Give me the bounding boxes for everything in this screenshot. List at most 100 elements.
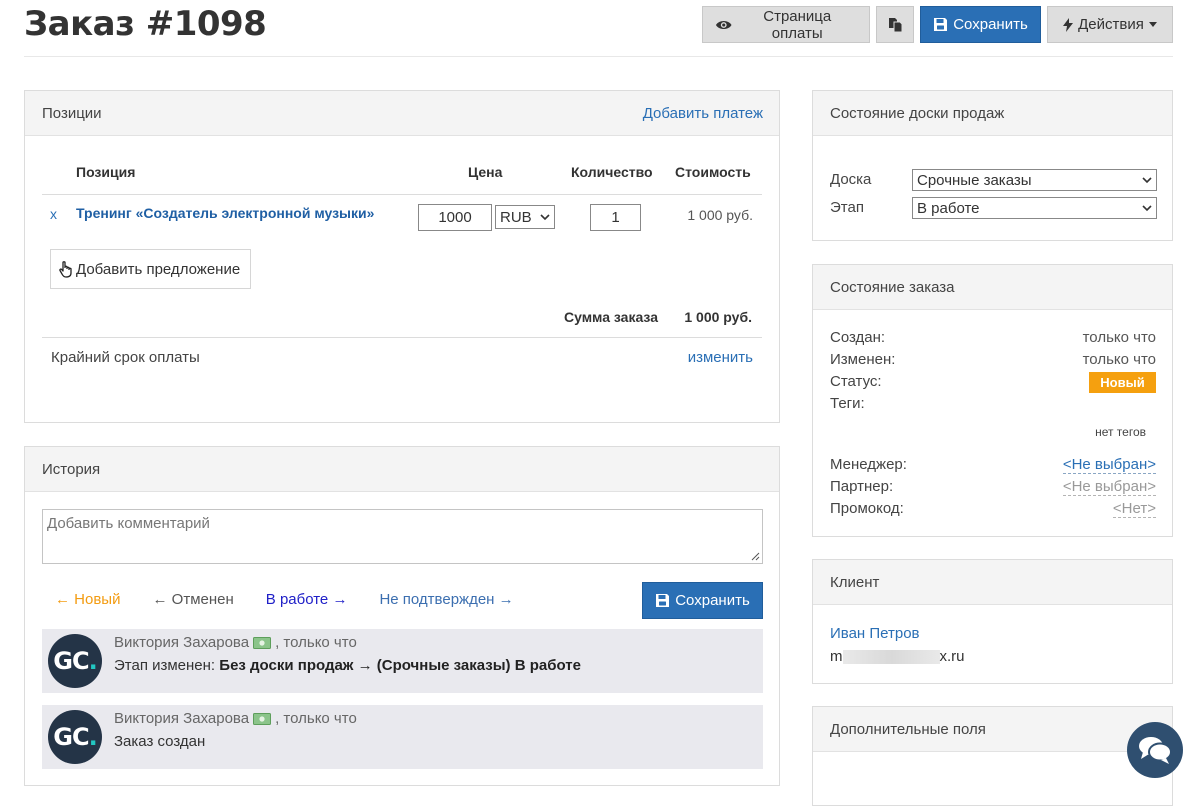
deadline-label: Крайний срок оплаты bbox=[51, 349, 200, 366]
manager-label: Менеджер: bbox=[830, 456, 907, 473]
client-panel: Клиент Иван Петров m x.ru bbox=[812, 559, 1173, 684]
floppy-icon bbox=[934, 18, 948, 31]
avatar-letters: GC bbox=[53, 647, 89, 675]
status-link-unconfirmed[interactable]: Не подтвержден → bbox=[379, 591, 513, 608]
caret-down-icon bbox=[1148, 22, 1157, 27]
changed-value: только что bbox=[1082, 351, 1156, 368]
add-offer-button[interactable]: Добавить предложение bbox=[50, 249, 251, 289]
stage-label: Этап bbox=[830, 199, 864, 216]
entry-text: Этап изменен: Без доски продаж → (Срочны… bbox=[114, 657, 581, 674]
avatar-dot: . bbox=[88, 723, 98, 751]
sum-label: Сумма заказа bbox=[563, 309, 658, 325]
status-badge: Новый bbox=[1089, 372, 1156, 393]
manager-select-link[interactable]: <Не выбран> bbox=[1062, 456, 1156, 474]
copy-icon bbox=[888, 17, 902, 32]
payment-page-button[interactable]: Страница оплаты bbox=[702, 6, 870, 43]
save-button[interactable]: Сохранить bbox=[920, 6, 1041, 43]
lightning-icon bbox=[1063, 17, 1074, 32]
stage-select[interactable]: В работе bbox=[912, 197, 1157, 219]
extra-fields-panel: Дополнительные поля bbox=[812, 706, 1173, 806]
copy-button[interactable] bbox=[876, 6, 914, 43]
price-input[interactable] bbox=[418, 204, 492, 231]
remove-item-button[interactable]: x bbox=[50, 206, 57, 222]
sum-value: 1 000 руб. bbox=[684, 309, 752, 325]
created-label: Создан: bbox=[830, 329, 886, 346]
positions-header: Позиции Добавить платеж bbox=[25, 91, 779, 136]
client-header: Клиент bbox=[813, 560, 1172, 605]
board-state-panel: Состояние доски продаж Доска Срочные зак… bbox=[812, 90, 1173, 241]
status-link-new[interactable]: ← Новый bbox=[55, 591, 120, 608]
client-email-start: m bbox=[830, 648, 843, 665]
status-link-cancelled[interactable]: ← Отменен bbox=[152, 591, 233, 608]
history-entry: GC. Виктория Захарова , только что Заказ… bbox=[42, 705, 763, 769]
deadline-edit-link[interactable]: изменить bbox=[688, 349, 753, 366]
created-value: только что bbox=[1082, 329, 1156, 346]
quantity-input[interactable] bbox=[590, 204, 641, 231]
entry-author-link[interactable]: Виктория Захарова bbox=[114, 634, 249, 651]
email-redaction bbox=[842, 650, 940, 665]
board-label: Доска bbox=[830, 171, 872, 188]
client-name-link[interactable]: Иван Петров bbox=[830, 625, 920, 642]
avatar-dot: . bbox=[88, 647, 98, 675]
hand-pointer-icon bbox=[59, 260, 72, 278]
status-label: Статус: bbox=[830, 373, 882, 390]
actions-label: Действия bbox=[1078, 16, 1144, 33]
chat-button[interactable] bbox=[1127, 722, 1183, 778]
history-title: История bbox=[42, 460, 101, 478]
entry-time: , только что bbox=[275, 634, 357, 651]
order-state-title: Состояние заказа bbox=[830, 278, 955, 296]
avatar: GC. bbox=[48, 634, 102, 688]
avatar-letters: GC bbox=[53, 723, 89, 751]
chevron-down-icon bbox=[540, 214, 550, 221]
item-cost: 1 000 руб. bbox=[687, 207, 753, 223]
stage-value: В работе bbox=[917, 199, 980, 217]
entry-time: , только что bbox=[275, 710, 357, 727]
payment-page-label: Страница оплаты bbox=[763, 7, 832, 42]
add-offer-label: Добавить предложение bbox=[76, 260, 241, 278]
positions-panel: Позиции Добавить платеж Позиция Цена Кол… bbox=[24, 90, 780, 423]
changed-label: Изменен: bbox=[830, 351, 896, 368]
status-link-in-progress[interactable]: В работе → bbox=[266, 591, 348, 608]
tags-value: нет тегов bbox=[1095, 425, 1146, 439]
entry-meta: Виктория Захарова , только что bbox=[114, 710, 357, 727]
history-entry: GC. Виктория Захарова , только что Этап … bbox=[42, 629, 763, 693]
actions-button[interactable]: Действия bbox=[1047, 6, 1173, 43]
resize-grip-icon[interactable] bbox=[751, 552, 760, 561]
partner-select-link[interactable]: <Не выбран> bbox=[1062, 478, 1156, 496]
avatar: GC. bbox=[48, 710, 102, 764]
currency-select[interactable]: RUB bbox=[495, 205, 555, 229]
page-title: Заказ #1098 bbox=[24, 4, 267, 44]
sum-divider bbox=[42, 337, 762, 338]
comment-input[interactable]: Добавить комментарий bbox=[42, 509, 763, 564]
item-name-link[interactable]: Тренинг «Создатель электронной музыки» bbox=[76, 205, 374, 221]
history-header: История bbox=[25, 447, 779, 492]
entry-text: Заказ создан bbox=[114, 733, 205, 750]
promo-select-link[interactable]: <Нет> bbox=[1112, 500, 1156, 518]
chevron-down-icon bbox=[1142, 177, 1152, 184]
board-value: Срочные заказы bbox=[917, 171, 1032, 189]
eye-icon bbox=[715, 20, 732, 29]
order-state-header: Состояние заказа bbox=[813, 265, 1172, 310]
board-state-title: Состояние доски продаж bbox=[830, 104, 1005, 122]
floppy-icon bbox=[656, 594, 670, 607]
chat-bubbles-icon bbox=[1139, 737, 1172, 764]
board-select[interactable]: Срочные заказы bbox=[912, 169, 1157, 191]
order-state-panel: Состояние заказа Создан: только что Изме… bbox=[812, 264, 1173, 537]
entry-text-content: Заказ создан bbox=[114, 733, 206, 750]
entry-author-link[interactable]: Виктория Захарова bbox=[114, 710, 249, 727]
promo-label: Промокод: bbox=[830, 500, 904, 517]
header-divider bbox=[24, 56, 1173, 57]
currency-value: RUB bbox=[500, 208, 532, 226]
entry-change: Без доски продаж → (Срочные заказы) В ра… bbox=[219, 657, 581, 674]
history-panel: История Добавить комментарий ← Новый ← О… bbox=[24, 446, 780, 786]
save-label: Сохранить bbox=[953, 16, 1028, 33]
board-state-header: Состояние доски продаж bbox=[813, 91, 1172, 136]
history-save-button[interactable]: Сохранить bbox=[642, 582, 763, 619]
history-save-label: Сохранить bbox=[675, 592, 750, 609]
status-links: ← Новый ← Отменен В работе → Не подтверж… bbox=[55, 591, 546, 608]
client-email: m x.ru bbox=[830, 648, 965, 665]
add-payment-link[interactable]: Добавить платеж bbox=[643, 105, 763, 122]
partner-label: Партнер: bbox=[830, 478, 894, 495]
chevron-down-icon bbox=[1142, 205, 1152, 212]
extra-fields-header: Дополнительные поля bbox=[813, 707, 1172, 752]
